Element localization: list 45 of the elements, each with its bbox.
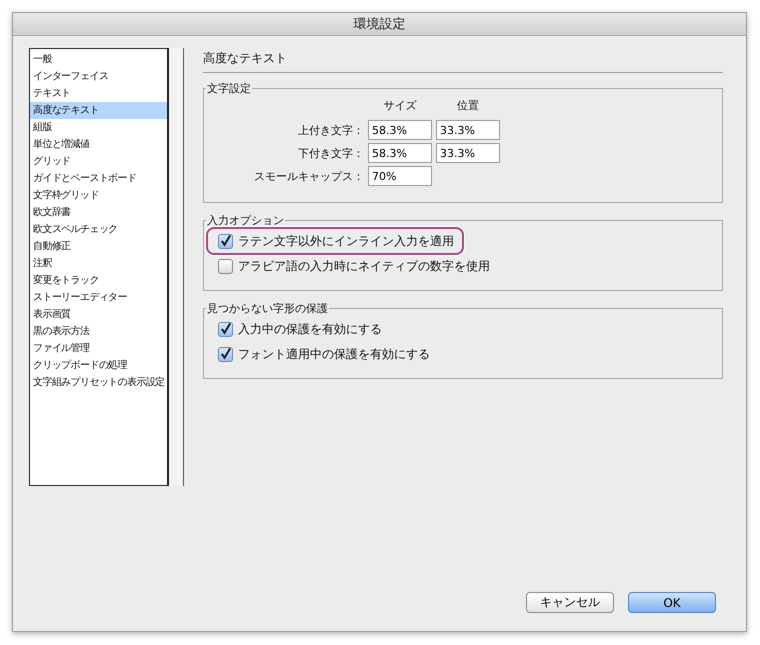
category-item[interactable]: 一般 (30, 51, 167, 68)
checkbox-label: アラビア語の入力時にネイティブの数字を使用 (238, 258, 490, 274)
category-item[interactable]: 高度なテキスト (30, 102, 167, 119)
category-item[interactable]: 変更をトラック (30, 272, 167, 289)
category-item[interactable]: 表示画質 (30, 306, 167, 323)
category-item[interactable]: グリッド (30, 153, 167, 170)
window-title: 環境設定 (354, 16, 406, 33)
category-item[interactable]: 黒の表示方法 (30, 323, 167, 340)
input-field[interactable]: 33.3% (436, 120, 500, 140)
category-item[interactable]: 欧文辞書 (30, 204, 167, 221)
category-item[interactable]: テキスト (30, 85, 167, 102)
category-item[interactable]: 文字組みプリセットの表示設定 (30, 374, 167, 391)
input-field[interactable]: 58.3% (368, 120, 432, 140)
category-item[interactable]: ストーリーエディター (30, 289, 167, 306)
group-title: 入力オプション (206, 213, 285, 228)
cancel-button[interactable]: キャンセル (526, 592, 614, 613)
checkbox[interactable] (218, 346, 233, 362)
checkbox[interactable] (218, 322, 233, 336)
checkbox-label: フォント適用中の保護を有効にする (238, 346, 430, 362)
category-item[interactable]: 文字枠グリッド (30, 187, 167, 204)
field-label: 上付き文字： (297, 122, 364, 138)
ok-button[interactable]: OK (628, 592, 716, 613)
input-field[interactable]: 33.3% (436, 143, 500, 163)
checkbox[interactable] (218, 234, 233, 248)
column-header: サイズ (382, 98, 418, 114)
category-item[interactable]: 欧文スペルチェック (30, 221, 167, 238)
category-item[interactable]: 組版 (30, 119, 167, 136)
category-item[interactable]: 注釈 (30, 255, 167, 272)
panel-title: 高度なテキスト (203, 50, 288, 67)
group-title: 見つからない字形の保護 (206, 301, 329, 316)
checkbox-label: ラテン文字以外にインライン入力を適用 (238, 232, 454, 250)
input-field[interactable]: 70% (368, 166, 432, 186)
checkbox[interactable] (218, 258, 233, 274)
category-item[interactable]: ガイドとペーストボード (30, 170, 167, 187)
input-field[interactable]: 58.3% (368, 143, 432, 163)
column-header: 位置 (456, 98, 480, 114)
checkbox-label: 入力中の保護を有効にする (238, 320, 382, 338)
category-item[interactable]: クリップボードの処理 (30, 357, 167, 374)
field-label: 下付き文字： (297, 146, 364, 160)
category-item[interactable]: 自動修正 (30, 238, 167, 255)
group-title: 文字設定 (206, 81, 252, 96)
category-item[interactable]: ファイル管理 (30, 340, 167, 357)
category-item[interactable]: インターフェイス (30, 68, 167, 85)
category-item[interactable]: 単位と増減値 (30, 136, 167, 153)
field-label: スモールキャップス： (253, 168, 364, 184)
